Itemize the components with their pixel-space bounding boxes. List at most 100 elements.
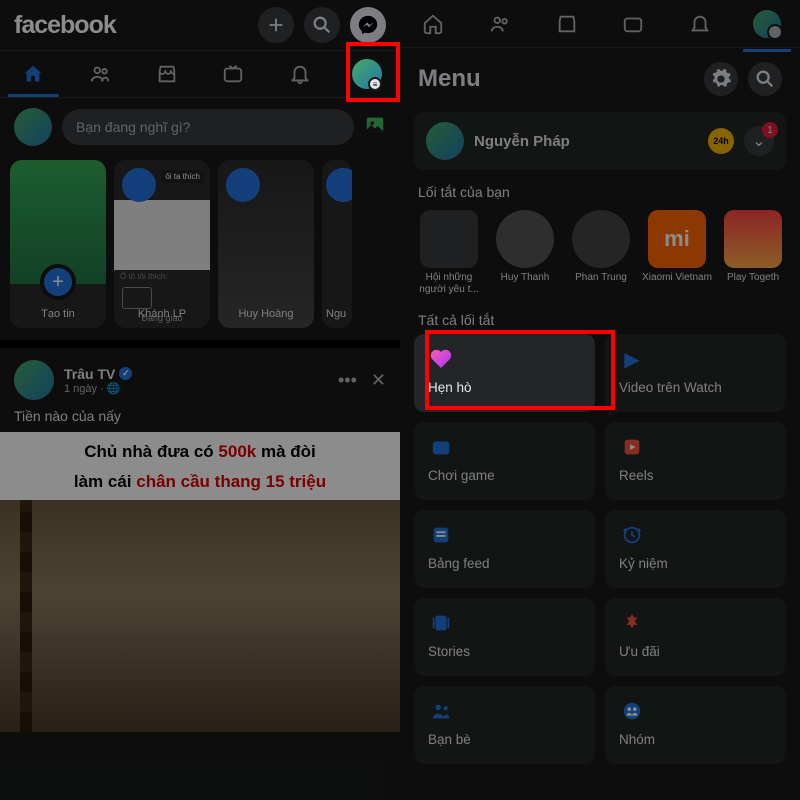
gear-icon [710,68,732,90]
messenger-button[interactable] [350,7,386,43]
menu-header: Menu [400,48,800,104]
shortcut-item[interactable]: miXiaomi Vietnam [642,210,712,296]
friends-icon [489,13,511,35]
card-offers[interactable]: Ưu đãi [605,598,786,676]
post-author-avatar[interactable] [14,360,54,400]
story-create[interactable]: + Tạo tin [10,160,106,328]
user-avatar [426,122,464,160]
card-dating[interactable]: Hẹn hò [414,334,595,412]
clock-icon [619,522,645,548]
tab-home[interactable] [0,51,67,97]
tab-notifications[interactable] [686,13,714,35]
bell-icon [689,13,711,35]
tab-marketplace[interactable] [133,51,200,97]
deal-icon [619,610,645,636]
post-close-button[interactable]: ✕ [371,370,386,391]
section-all-label: Tất cả lối tắt [400,306,800,334]
shortcut-item[interactable]: Hội những người yêu t... [414,210,484,296]
messenger-icon [357,14,379,36]
game-icon [428,434,454,460]
user-avatar[interactable] [14,108,52,146]
right-pane: Menu Nguyễn Pháp 24h ⌄1 Lối tắt của bạn … [400,0,800,800]
facebook-logo[interactable]: facebook [14,11,248,40]
feed-icon [428,522,454,548]
feed-post: Trâu TV✓ 1 ngày · 🌐 ••• ✕ Tiền nào của n… [0,340,400,732]
tab-watch[interactable] [619,13,647,35]
stories-icon [428,610,454,636]
left-pane: facebook ≡ Bạn đang nghĩ gì? + Tạo tin ô… [0,0,400,800]
xiaomi-icon: mi [648,210,706,268]
home-icon [22,63,44,85]
user-card[interactable]: Nguyễn Pháp 24h ⌄1 [414,112,786,170]
tab-friends[interactable] [67,51,134,97]
left-tabs: ≡ [0,50,400,98]
reels-icon [619,434,645,460]
search-icon [754,68,776,90]
tab-watch[interactable] [200,51,267,97]
tab-menu[interactable] [753,10,781,38]
groups-icon [619,698,645,724]
avatar-icon [753,10,781,38]
story-label: Khánh LP [114,308,210,320]
section-shortcuts-label: Lối tắt của bạn [400,178,800,206]
story-item[interactable]: ôi ta thích Ô tô tôi thích: Đang giao Kh… [114,160,210,328]
expand-button[interactable]: ⌄1 [744,126,774,156]
post-author-name[interactable]: Trâu TV✓ [64,366,132,382]
post-more-button[interactable]: ••• [338,370,357,391]
story-item[interactable]: Huy Hoàng [218,160,314,328]
watch-icon: ▶ [619,346,645,372]
menu-sub-icon: ≡ [368,77,382,91]
shortcut-item[interactable]: Play Togeth [718,210,788,296]
story-item[interactable]: Ngu [322,160,352,328]
card-memories[interactable]: Kỷ niệm [605,510,786,588]
menu-grid: Hẹn hò ▶ Video trên Watch Chơi game Reel… [400,334,800,764]
plus-icon: + [40,264,76,300]
plus-icon [265,14,287,36]
left-top-bar: facebook [0,0,400,50]
search-icon [311,14,333,36]
tab-menu-avatar[interactable]: ≡ [333,51,400,97]
user-name: Nguyễn Pháp [474,133,698,150]
search-button[interactable] [304,7,340,43]
friends-icon [89,63,111,85]
post-text: Tiền nào của nấy [0,400,400,432]
post-image[interactable]: Chủ nhà đưa có 500k mà đòi làm cái chân … [0,432,400,732]
tab-friends[interactable] [486,13,514,35]
tab-notifications[interactable] [267,51,334,97]
shortcut-item[interactable]: Huy Thanh [490,210,560,296]
card-groups[interactable]: Nhóm [605,686,786,764]
story-label: Tạo tin [10,308,106,320]
photo-button[interactable] [364,113,386,141]
store-icon [156,63,178,85]
create-button[interactable] [258,7,294,43]
store-icon [556,13,578,35]
card-gaming[interactable]: Chơi game [414,422,595,500]
card-stories[interactable]: Stories [414,598,595,676]
card-watch[interactable]: ▶ Video trên Watch [605,334,786,412]
bell-icon [289,63,311,85]
menu-title: Menu [418,65,481,93]
shortcut-item[interactable]: Phan Trung [566,210,636,296]
home-icon [422,13,444,35]
story-label: Huy Hoàng [218,308,314,320]
friends-icon [428,698,454,724]
post-time: 1 ngày · 🌐 [64,382,132,395]
card-reels[interactable]: Reels [605,422,786,500]
settings-button[interactable] [704,62,738,96]
stories-row[interactable]: + Tạo tin ôi ta thích Ô tô tôi thích: Đa… [0,156,400,340]
tab-marketplace[interactable] [553,13,581,35]
heart-icon [428,346,454,372]
card-feed[interactable]: Bảng feed [414,510,595,588]
compose-input[interactable]: Bạn đang nghĩ gì? [62,109,354,145]
story-label: Ngu [326,308,352,320]
shortcuts-row[interactable]: Hội những người yêu t... Huy Thanh Phan … [400,206,800,306]
right-top-tabs [400,0,800,48]
watch-icon [222,63,244,85]
composer-row: Bạn đang nghĩ gì? [0,98,400,156]
watch-icon [622,13,644,35]
card-friends[interactable]: Bạn bè [414,686,595,764]
verified-icon: ✓ [119,367,132,380]
badge-24h-icon: 24h [708,128,734,154]
tab-home[interactable] [419,13,447,35]
search-button[interactable] [748,62,782,96]
